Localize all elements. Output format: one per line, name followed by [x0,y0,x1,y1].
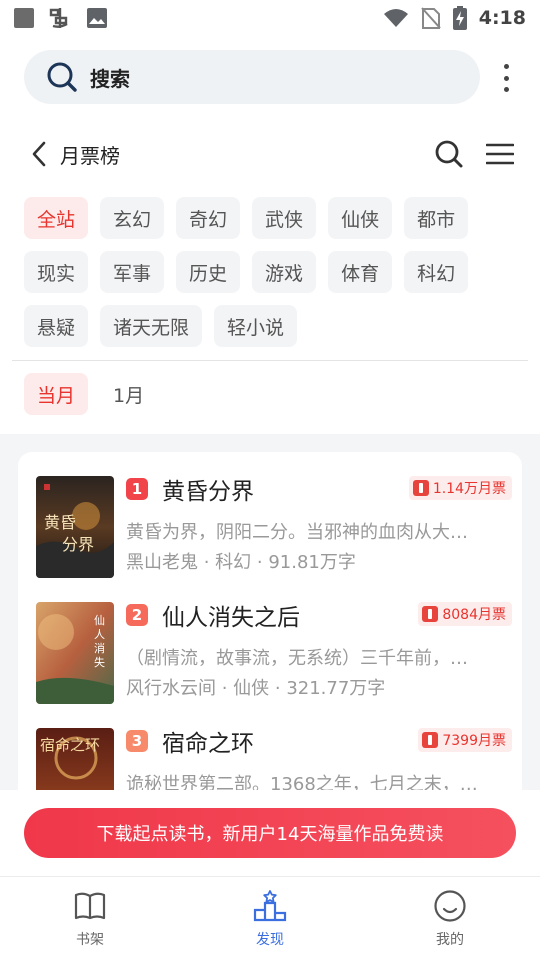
no-sim-icon [420,7,441,29]
search-label: 搜索 [90,66,130,91]
ticket-icon [422,732,439,748]
vote-badge: 1.14万月票 [408,476,512,500]
list-item[interactable]: 仙 人 消 失 2 仙人消失之后 8084月票 （剧情流，故事流，无系统）三千年… [36,602,512,706]
menu-icon[interactable] [486,142,514,166]
rank-badge: 1 [126,478,148,500]
search-icon [47,62,77,92]
back-arrow-icon[interactable] [30,140,48,168]
period-chip-current-month[interactable]: 当月 [24,373,89,415]
wifi-icon [383,9,408,27]
book-cover[interactable]: 仙 人 消 失 [36,602,114,704]
battery-charging-icon [452,6,467,30]
tab-profile[interactable]: 我的 [360,877,540,960]
category-chip[interactable]: 轻小说 [214,305,298,347]
category-chip[interactable]: 悬疑 [24,305,89,347]
book-meta: 风行水云间 · 仙侠 · 321.77万字 [126,678,386,699]
search-row: 搜索 [24,50,516,106]
book-cover[interactable]: 黄昏 分界 [36,476,114,578]
divider [12,360,528,361]
category-chip[interactable]: 武侠 [252,197,317,239]
svg-text:黄昏: 黄昏 [44,513,76,532]
notification-icon [49,8,68,28]
book-title[interactable]: 黄昏分界 [162,472,254,506]
tab-discover[interactable]: 发现 [180,877,360,960]
svg-text:宿命之环: 宿命之环 [40,736,100,754]
status-bar: 4:18 [0,0,540,36]
category-chip[interactable]: 科幻 [404,251,469,293]
vote-count: 7399月票 [442,733,506,749]
rank-badge: 2 [126,604,148,626]
smiley-icon [434,890,466,922]
vote-badge: 7399月票 [418,728,512,752]
vote-badge: 8084月票 [418,602,512,626]
book-meta: 黑山老鬼 · 科幻 · 91.81万字 [126,552,356,573]
svg-text:仙: 仙 [94,614,105,627]
page-title: 月票榜 [60,143,120,168]
category-chip[interactable]: 仙侠 [328,197,393,239]
book-title[interactable]: 仙人消失之后 [162,598,300,632]
period-chip-january[interactable]: 1月 [100,373,157,415]
svg-text:失: 失 [94,656,105,669]
category-chip[interactable]: 奇幻 [176,197,241,239]
list-item[interactable]: 黄昏 分界 1 黄昏分界 1.14万月票 黄昏为界，阴阳二分。当邪神的血肉从大…… [36,476,512,580]
tab-label: 我的 [436,932,464,948]
rank-badge: 3 [126,730,148,752]
podium-icon [253,890,287,922]
category-chip[interactable]: 体育 [328,251,393,293]
book-icon [74,892,106,920]
book-synopsis: （剧情流，故事流，无系统）三千年前，… [126,648,468,669]
category-chip[interactable]: 现实 [24,251,89,293]
category-chip[interactable]: 诸天无限 [100,305,203,347]
tab-label: 发现 [256,932,284,948]
category-chip[interactable]: 历史 [176,251,241,293]
svg-text:人: 人 [94,628,105,641]
book-title[interactable]: 宿命之环 [162,724,254,758]
bottom-tab-bar: 书架 发现 我的 [0,876,540,960]
download-app-banner[interactable]: 下载起点读书，新用户14天海量作品免费读 [24,808,516,858]
more-options-icon[interactable] [496,64,516,92]
category-chip[interactable]: 都市 [404,197,469,239]
category-chip-all[interactable]: 全站 [24,197,89,239]
search-bar[interactable]: 搜索 [24,50,480,104]
ticket-icon [412,480,429,496]
page-header: 月票榜 [0,132,540,176]
vote-count: 1.14万月票 [432,481,506,497]
category-chip[interactable]: 玄幻 [100,197,165,239]
period-filter: 当月 1月 [24,373,157,415]
category-chip[interactable]: 游戏 [252,251,317,293]
image-icon [87,8,107,28]
square-icon [14,8,34,28]
status-time: 4:18 [478,7,526,29]
category-chip[interactable]: 军事 [100,251,165,293]
ticket-icon [422,606,439,622]
tab-label: 书架 [76,932,104,948]
vote-count: 8084月票 [442,607,506,623]
tab-bookshelf[interactable]: 书架 [0,877,180,960]
search-icon[interactable] [434,139,464,169]
book-synopsis: 黄昏为界，阴阳二分。当邪神的血肉从大… [126,522,468,543]
svg-text:分界: 分界 [62,535,94,554]
category-filter: 全站 玄幻 奇幻 武侠 仙侠 都市 现实 军事 历史 游戏 体育 科幻 悬疑 诸… [24,197,524,347]
svg-text:消: 消 [94,641,105,655]
